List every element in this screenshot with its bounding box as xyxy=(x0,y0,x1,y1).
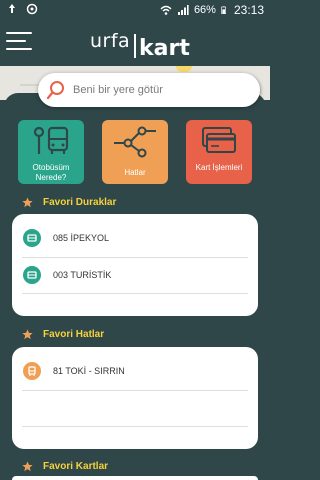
tile-label: Hatlar xyxy=(124,168,146,177)
divider xyxy=(22,390,248,391)
star-icon xyxy=(22,197,33,208)
search-bar[interactable] xyxy=(38,73,260,107)
section-title-text: Favori Kartlar xyxy=(43,461,109,472)
section-title-favorite-cards: Favori Kartlar xyxy=(22,461,108,472)
tile-label: Otobüsüm Nerede? xyxy=(32,163,70,182)
signal-icon xyxy=(177,5,189,15)
status-left-icons xyxy=(6,3,38,15)
logo-text-urfa: urfa xyxy=(90,30,131,52)
bus-icon xyxy=(23,362,41,380)
status-right: 66% 23:13 xyxy=(160,3,264,17)
cards-icon xyxy=(202,127,236,153)
battery-icon xyxy=(221,6,226,14)
tile-where-is-my-bus[interactable]: Otobüsüm Nerede? xyxy=(18,120,84,184)
tile-card-operations[interactable]: Kart İşlemleri xyxy=(186,120,252,184)
battery-percent: 66% xyxy=(193,4,216,16)
list-item-line[interactable]: 81 TOKİ - SIRRIN xyxy=(12,353,258,389)
tile-label: Kart İşlemleri xyxy=(195,163,243,172)
star-icon xyxy=(22,461,33,472)
status-bar: 66% 23:13 xyxy=(0,0,270,20)
section-title-favorite-stops: Favori Duraklar xyxy=(22,197,116,208)
logo-text-kart: kart xyxy=(139,36,190,61)
route-icon xyxy=(114,126,156,158)
wifi-icon xyxy=(160,5,172,15)
star-icon xyxy=(22,329,33,340)
app-bar: urfa kart xyxy=(0,20,270,66)
sync-icon xyxy=(26,3,38,15)
notification-icon xyxy=(9,4,15,13)
map-road-marker xyxy=(176,66,192,72)
divider xyxy=(22,426,248,427)
bus-stop-icon xyxy=(33,126,69,154)
stop-name: 085 İPEKYOL xyxy=(53,233,110,243)
logo-divider xyxy=(134,34,136,58)
line-name: 81 TOKİ - SIRRIN xyxy=(53,366,125,376)
tile-lines[interactable]: Hatlar xyxy=(102,120,168,184)
bus-stop-icon xyxy=(23,229,41,247)
stop-name: 003 TURİSTİK xyxy=(53,270,112,280)
clock: 23:13 xyxy=(233,3,264,17)
section-title-favorite-lines: Favori Hatlar xyxy=(22,329,104,340)
favorite-stops-card: 085 İPEKYOL 003 TURİSTİK xyxy=(12,214,258,316)
section-title-text: Favori Duraklar xyxy=(43,197,117,208)
search-input[interactable] xyxy=(71,83,245,97)
list-item-stop[interactable]: 085 İPEKYOL xyxy=(12,220,258,256)
favorite-cards-card xyxy=(12,476,258,480)
menu-icon[interactable] xyxy=(6,32,32,54)
bus-stop-icon xyxy=(23,266,41,284)
list-item-stop[interactable]: 003 TURİSTİK xyxy=(12,257,258,293)
favorite-lines-card: 81 TOKİ - SIRRIN xyxy=(12,347,258,449)
section-title-text: Favori Hatlar xyxy=(43,329,105,340)
search-icon xyxy=(46,81,64,100)
divider xyxy=(22,293,248,294)
